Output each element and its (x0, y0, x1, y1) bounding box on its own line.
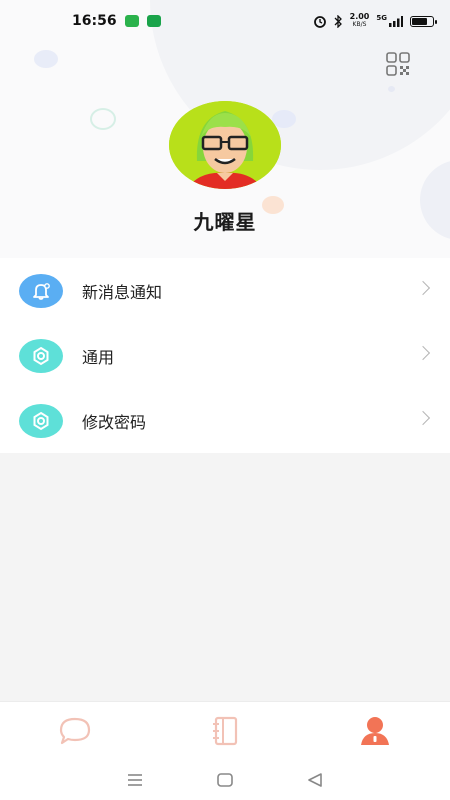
menu-item-change-password[interactable]: 修改密码 (0, 388, 450, 453)
tab-profile[interactable] (300, 702, 450, 760)
avatar[interactable] (169, 101, 281, 189)
network-speed-unit: KB/S (352, 21, 367, 28)
menu-nav-icon[interactable] (127, 773, 143, 787)
bell-icon (33, 282, 50, 300)
chevron-right-icon (415, 345, 431, 361)
network-type: 5G (376, 14, 387, 22)
chevron-right-icon (415, 410, 431, 426)
status-time: 16:56 (72, 13, 117, 29)
signal-icon (389, 15, 403, 27)
user-name: 九曜星 (193, 210, 257, 234)
menu-icon-circle (19, 338, 63, 373)
home-nav-icon[interactable] (217, 772, 233, 787)
phone-app-icon (146, 15, 161, 27)
gear-icon (33, 411, 49, 430)
person-icon (361, 717, 389, 745)
bottom-tab-bar (0, 701, 450, 760)
chat-bubble-icon (59, 717, 91, 745)
menu-item-label: 通用 (82, 347, 115, 367)
alarm-icon (313, 16, 326, 28)
menu-item-notifications[interactable]: 新消息通知 (0, 258, 450, 323)
system-nav-bar (0, 759, 450, 800)
message-app-icon (124, 15, 139, 27)
network-speed: 2.00 KB/S (350, 13, 370, 29)
bluetooth-icon (334, 14, 342, 28)
decor-circle (388, 86, 395, 92)
cartoon-avatar-icon (169, 101, 281, 189)
back-nav-icon[interactable] (307, 772, 323, 787)
network-speed-value: 2.00 (349, 12, 370, 21)
menu-icon-circle (19, 273, 63, 308)
tab-messages[interactable] (0, 702, 150, 760)
menu-icon-circle (19, 403, 63, 438)
gear-icon (33, 346, 49, 365)
menu-item-label: 修改密码 (82, 412, 147, 432)
chevron-right-icon (415, 280, 431, 296)
qr-code-icon[interactable] (386, 52, 410, 76)
tab-contacts[interactable] (150, 702, 300, 760)
battery-icon (410, 15, 437, 27)
status-bar: 16:56 2.00 KB/S 5G (0, 0, 450, 42)
decor-circle (34, 50, 58, 68)
decor-circle (90, 108, 116, 130)
contacts-book-icon (213, 716, 238, 746)
menu-item-general[interactable]: 通用 (0, 323, 450, 388)
menu-item-label: 新消息通知 (82, 282, 163, 302)
settings-menu: 新消息通知 通用 修改密码 (0, 258, 450, 453)
